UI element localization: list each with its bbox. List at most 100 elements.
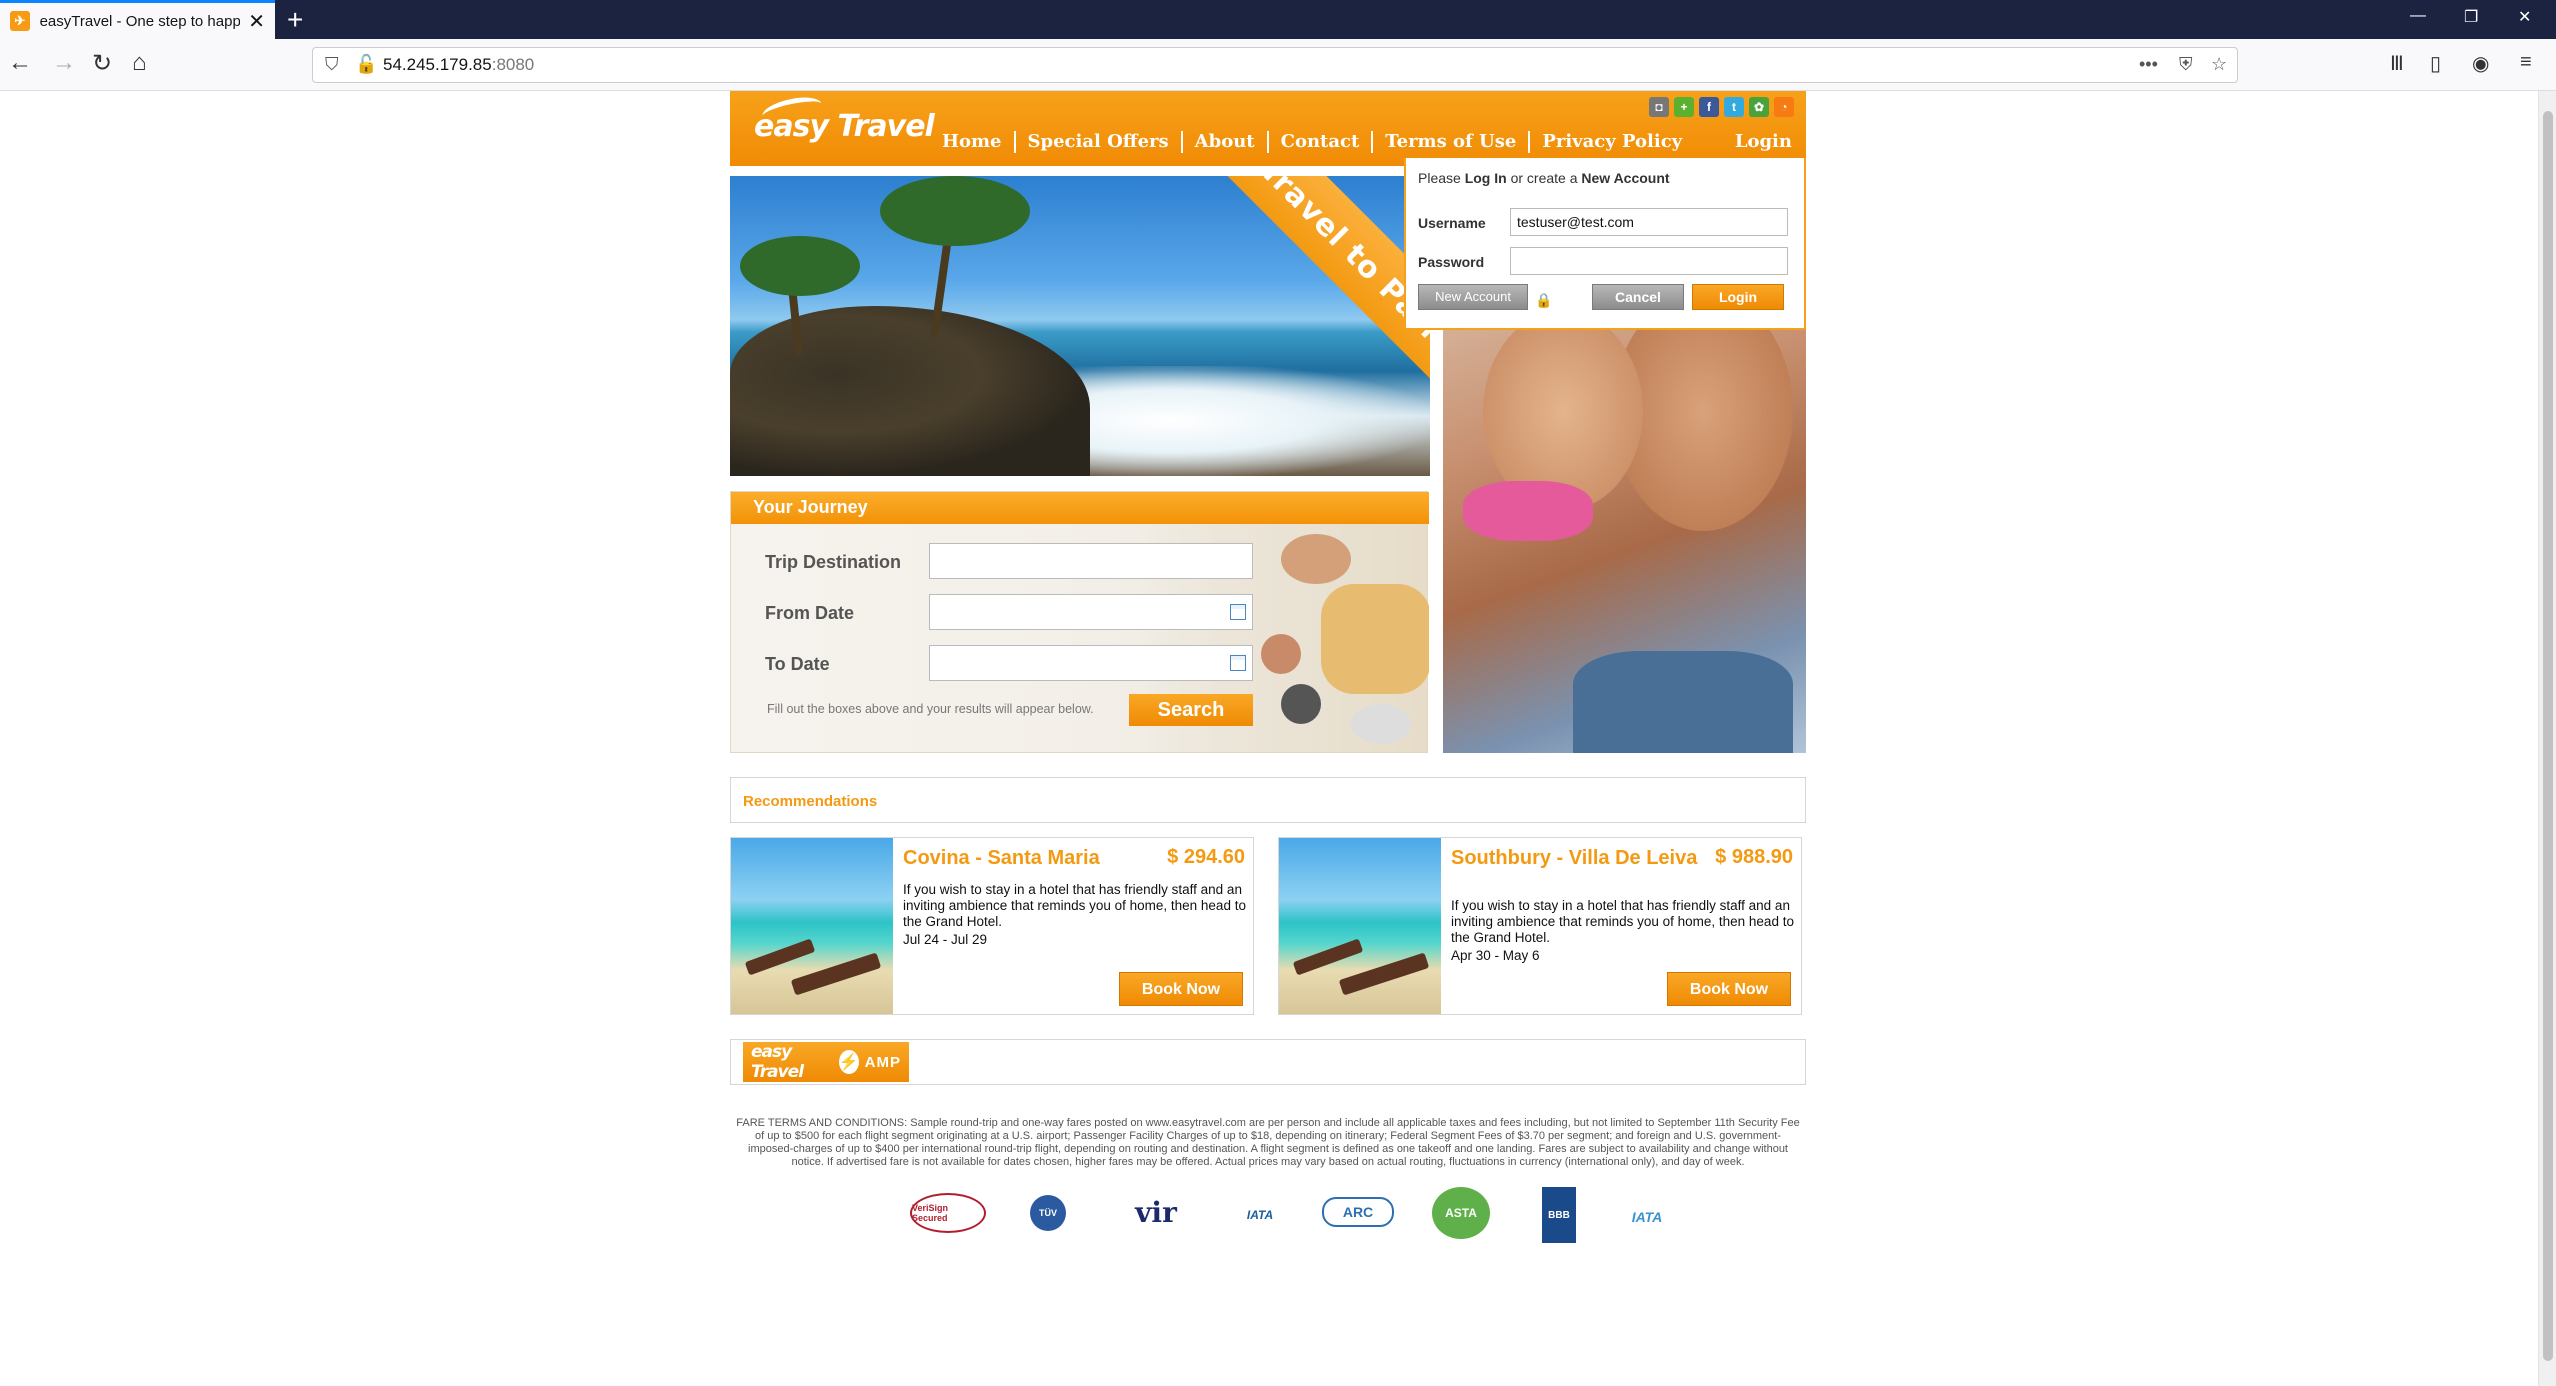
bbb-badge[interactable]: BBB xyxy=(1542,1187,1576,1243)
tuv-badge[interactable]: TÜV xyxy=(1030,1195,1066,1231)
palm-leaves xyxy=(880,176,1030,246)
lightning-icon: ⚡ xyxy=(838,1050,859,1074)
easytravel-logo[interactable]: easy Travel xyxy=(754,109,935,144)
card-price: $ 988.90 xyxy=(1715,846,1793,868)
chair-shape xyxy=(1338,952,1430,996)
sidebar-icon[interactable]: ▯ xyxy=(2430,51,2441,76)
calendar-icon[interactable] xyxy=(1230,604,1246,620)
new-account-button[interactable]: New Account xyxy=(1418,284,1528,310)
to-date-input[interactable] xyxy=(929,645,1253,681)
verisign-badge[interactable]: VeriSign Secured xyxy=(910,1193,986,1233)
journey-form: Your Journey Trip Destination From Date … xyxy=(730,491,1429,754)
close-tab-icon[interactable]: ✕ xyxy=(248,9,265,34)
book-now-button[interactable]: Book Now xyxy=(1119,972,1243,1006)
camera-icon[interactable]: ◘ xyxy=(1649,97,1669,117)
book-now-button[interactable]: Book Now xyxy=(1667,972,1791,1006)
forward-icon[interactable]: → xyxy=(52,49,76,77)
login-button[interactable]: Login xyxy=(1692,284,1784,310)
amp-logo: easy Travel xyxy=(751,1042,804,1082)
page-scrollbar[interactable] xyxy=(2538,91,2556,1386)
bookmark-star-icon[interactable]: ☆ xyxy=(2211,54,2227,75)
from-date-label: From Date xyxy=(765,603,855,623)
menu-special-offers[interactable]: Special Offers xyxy=(1016,131,1183,153)
menu-about[interactable]: About xyxy=(1183,131,1269,153)
amp-label: AMP xyxy=(864,1053,901,1071)
password-label: Password xyxy=(1418,254,1485,270)
calendar-icon[interactable] xyxy=(1230,655,1246,671)
card-dates: Apr 30 - May 6 xyxy=(1451,948,1540,963)
beach-image xyxy=(1279,838,1441,1014)
rss-icon[interactable]: ◔ xyxy=(1774,97,1794,117)
amp-bar: easy Travel ⚡ AMP xyxy=(730,1039,1806,1085)
iata-badge[interactable]: IATA xyxy=(1622,1197,1672,1237)
url-text: 54.245.179.85:8080 xyxy=(383,55,535,74)
menu-icon[interactable]: ≡ xyxy=(2520,51,2532,74)
browser-tab[interactable]: ✈ easyTravel - One step to happi ✕ xyxy=(0,0,275,39)
username-input[interactable] xyxy=(1510,208,1788,236)
url-bar[interactable]: ⛉ 🔓 54.245.179.85:8080 ••• ⛨ ☆ xyxy=(312,47,2238,83)
cancel-button[interactable]: Cancel xyxy=(1592,284,1684,310)
new-tab-button[interactable]: + xyxy=(287,4,303,36)
shell-shape xyxy=(1261,634,1301,674)
search-button[interactable]: Search xyxy=(1129,694,1253,726)
beach-image xyxy=(731,838,893,1014)
menu-privacy-policy[interactable]: Privacy Policy xyxy=(1530,131,1694,153)
shell-shape xyxy=(1351,704,1411,744)
fare-terms: FARE TERMS AND CONDITIONS: Sample round-… xyxy=(736,1117,1800,1168)
card-price: $ 294.60 xyxy=(1167,846,1245,868)
photo-shape xyxy=(1573,651,1793,753)
recommendations-bar: Recommendations xyxy=(730,777,1806,823)
password-input[interactable] xyxy=(1510,247,1788,275)
palm-leaves xyxy=(740,236,860,296)
facebook-icon[interactable]: f xyxy=(1699,97,1719,117)
flickr-icon[interactable]: ✿ xyxy=(1749,97,1769,117)
login-link[interactable]: Log In xyxy=(1465,170,1507,186)
more-icon[interactable]: ••• xyxy=(2139,54,2158,75)
asta-badge[interactable]: ASTA xyxy=(1432,1187,1490,1239)
library-icon[interactable]: Ⅲ xyxy=(2390,51,2404,76)
vir-badge[interactable]: vir xyxy=(1108,1195,1204,1229)
home-icon[interactable]: ⌂ xyxy=(132,49,147,77)
iata-badge[interactable]: IATA xyxy=(1238,1197,1282,1233)
login-popup: Please Log In or create a New Account Us… xyxy=(1404,158,1806,330)
menu-contact[interactable]: Contact xyxy=(1269,131,1374,153)
new-account-link[interactable]: New Account xyxy=(1581,170,1669,186)
browser-nav-bar: ← → ↻ ⌂ ⛉ 🔓 54.245.179.85:8080 ••• ⛨ ☆ Ⅲ… xyxy=(0,39,2556,91)
plus-icon[interactable]: + xyxy=(1674,97,1694,117)
chair-shape xyxy=(1292,938,1364,976)
pocket-icon[interactable]: ⛨ xyxy=(2179,54,2193,75)
back-icon[interactable]: ← xyxy=(8,49,32,77)
scroll-thumb[interactable] xyxy=(2543,111,2553,1361)
recommendations-title: Recommendations xyxy=(743,793,878,810)
close-window-button[interactable]: ✕ xyxy=(2518,7,2531,27)
chair-shape xyxy=(790,952,882,996)
trip-destination-label: Trip Destination xyxy=(765,552,902,572)
reload-icon[interactable]: ↻ xyxy=(92,49,112,78)
account-icon[interactable]: ◉ xyxy=(2472,51,2489,76)
twitter-icon[interactable]: t xyxy=(1724,97,1744,117)
journey-title: Your Journey xyxy=(731,492,1429,524)
arc-badge[interactable]: ARC xyxy=(1322,1197,1394,1227)
insecure-lock-icon[interactable]: 🔓 xyxy=(355,54,377,75)
restore-button[interactable]: ❐ xyxy=(2464,7,2478,27)
hero-banner: Travel to Pari xyxy=(730,176,1430,476)
shield-icon[interactable]: ⛉ xyxy=(325,54,339,75)
from-date-input[interactable] xyxy=(929,594,1253,630)
main-menu: Home Special Offers About Contact Terms … xyxy=(930,131,1694,153)
card-title[interactable]: Southbury - Villa De Leiva xyxy=(1451,846,1701,870)
header-login-link[interactable]: Login xyxy=(1735,131,1792,152)
minimize-button[interactable]: — xyxy=(2410,7,2426,25)
menu-home[interactable]: Home xyxy=(930,131,1016,153)
card-dates: Jul 24 - Jul 29 xyxy=(903,932,988,947)
social-icons: ◘ + f t ✿ ◔ xyxy=(1649,97,1794,117)
menu-terms-of-use[interactable]: Terms of Use xyxy=(1373,131,1531,153)
trip-destination-input[interactable] xyxy=(929,543,1253,579)
username-label: Username xyxy=(1418,215,1486,231)
recommendation-card: Southbury - Villa De Leiva $ 988.90 If y… xyxy=(1278,837,1802,1015)
browser-tab-bar: ✈ easyTravel - One step to happi ✕ + — ❐… xyxy=(0,0,2556,39)
couple-photo xyxy=(1443,291,1806,753)
amp-badge[interactable]: easy Travel ⚡ AMP xyxy=(743,1042,909,1082)
site-header: easy Travel Home Special Offers About Co… xyxy=(730,91,1806,166)
card-title[interactable]: Covina - Santa Maria xyxy=(903,846,1153,870)
shells-image xyxy=(1251,524,1429,754)
